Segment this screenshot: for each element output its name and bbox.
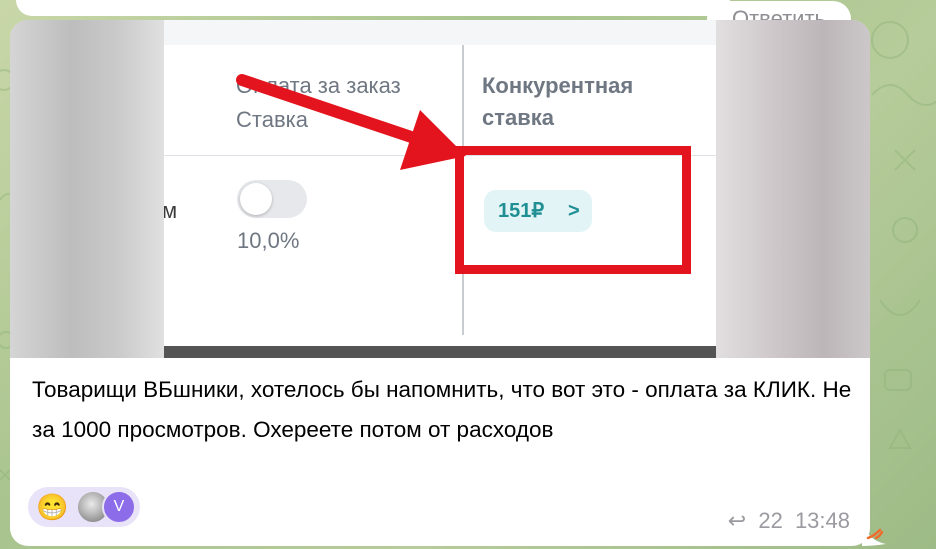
reaction-badge[interactable]: 😁 V [28,487,140,527]
bubble-tail [862,520,886,546]
image-blur-fill-right [716,20,870,358]
message-image[interactable]: Оплата за заказ Ставка Конкурентная став… [10,20,870,358]
red-arrow-annotation [236,74,466,170]
reactor-avatar-letter: V [102,490,136,524]
replies-count[interactable]: 22 [758,508,782,533]
message-meta: ↩ 22 13:48 [722,508,850,534]
message-text: Товарищи ВБшники, хотелось бы напомнить,… [32,377,852,442]
grinning-face-emoji-icon: 😁 [36,492,69,522]
previous-message-bubble [16,0,730,16]
screenshot-image-content: Оплата за заказ Ставка Конкурентная став… [164,20,716,358]
message-time: 13:48 [794,508,850,533]
reply-arrow-icon[interactable]: ↩ [728,508,746,533]
message-bubble[interactable]: Оплата за заказ Ставка Конкурентная став… [10,20,870,546]
screenshot-bottom-bar [164,346,716,358]
image-blur-fill-left [10,20,164,358]
